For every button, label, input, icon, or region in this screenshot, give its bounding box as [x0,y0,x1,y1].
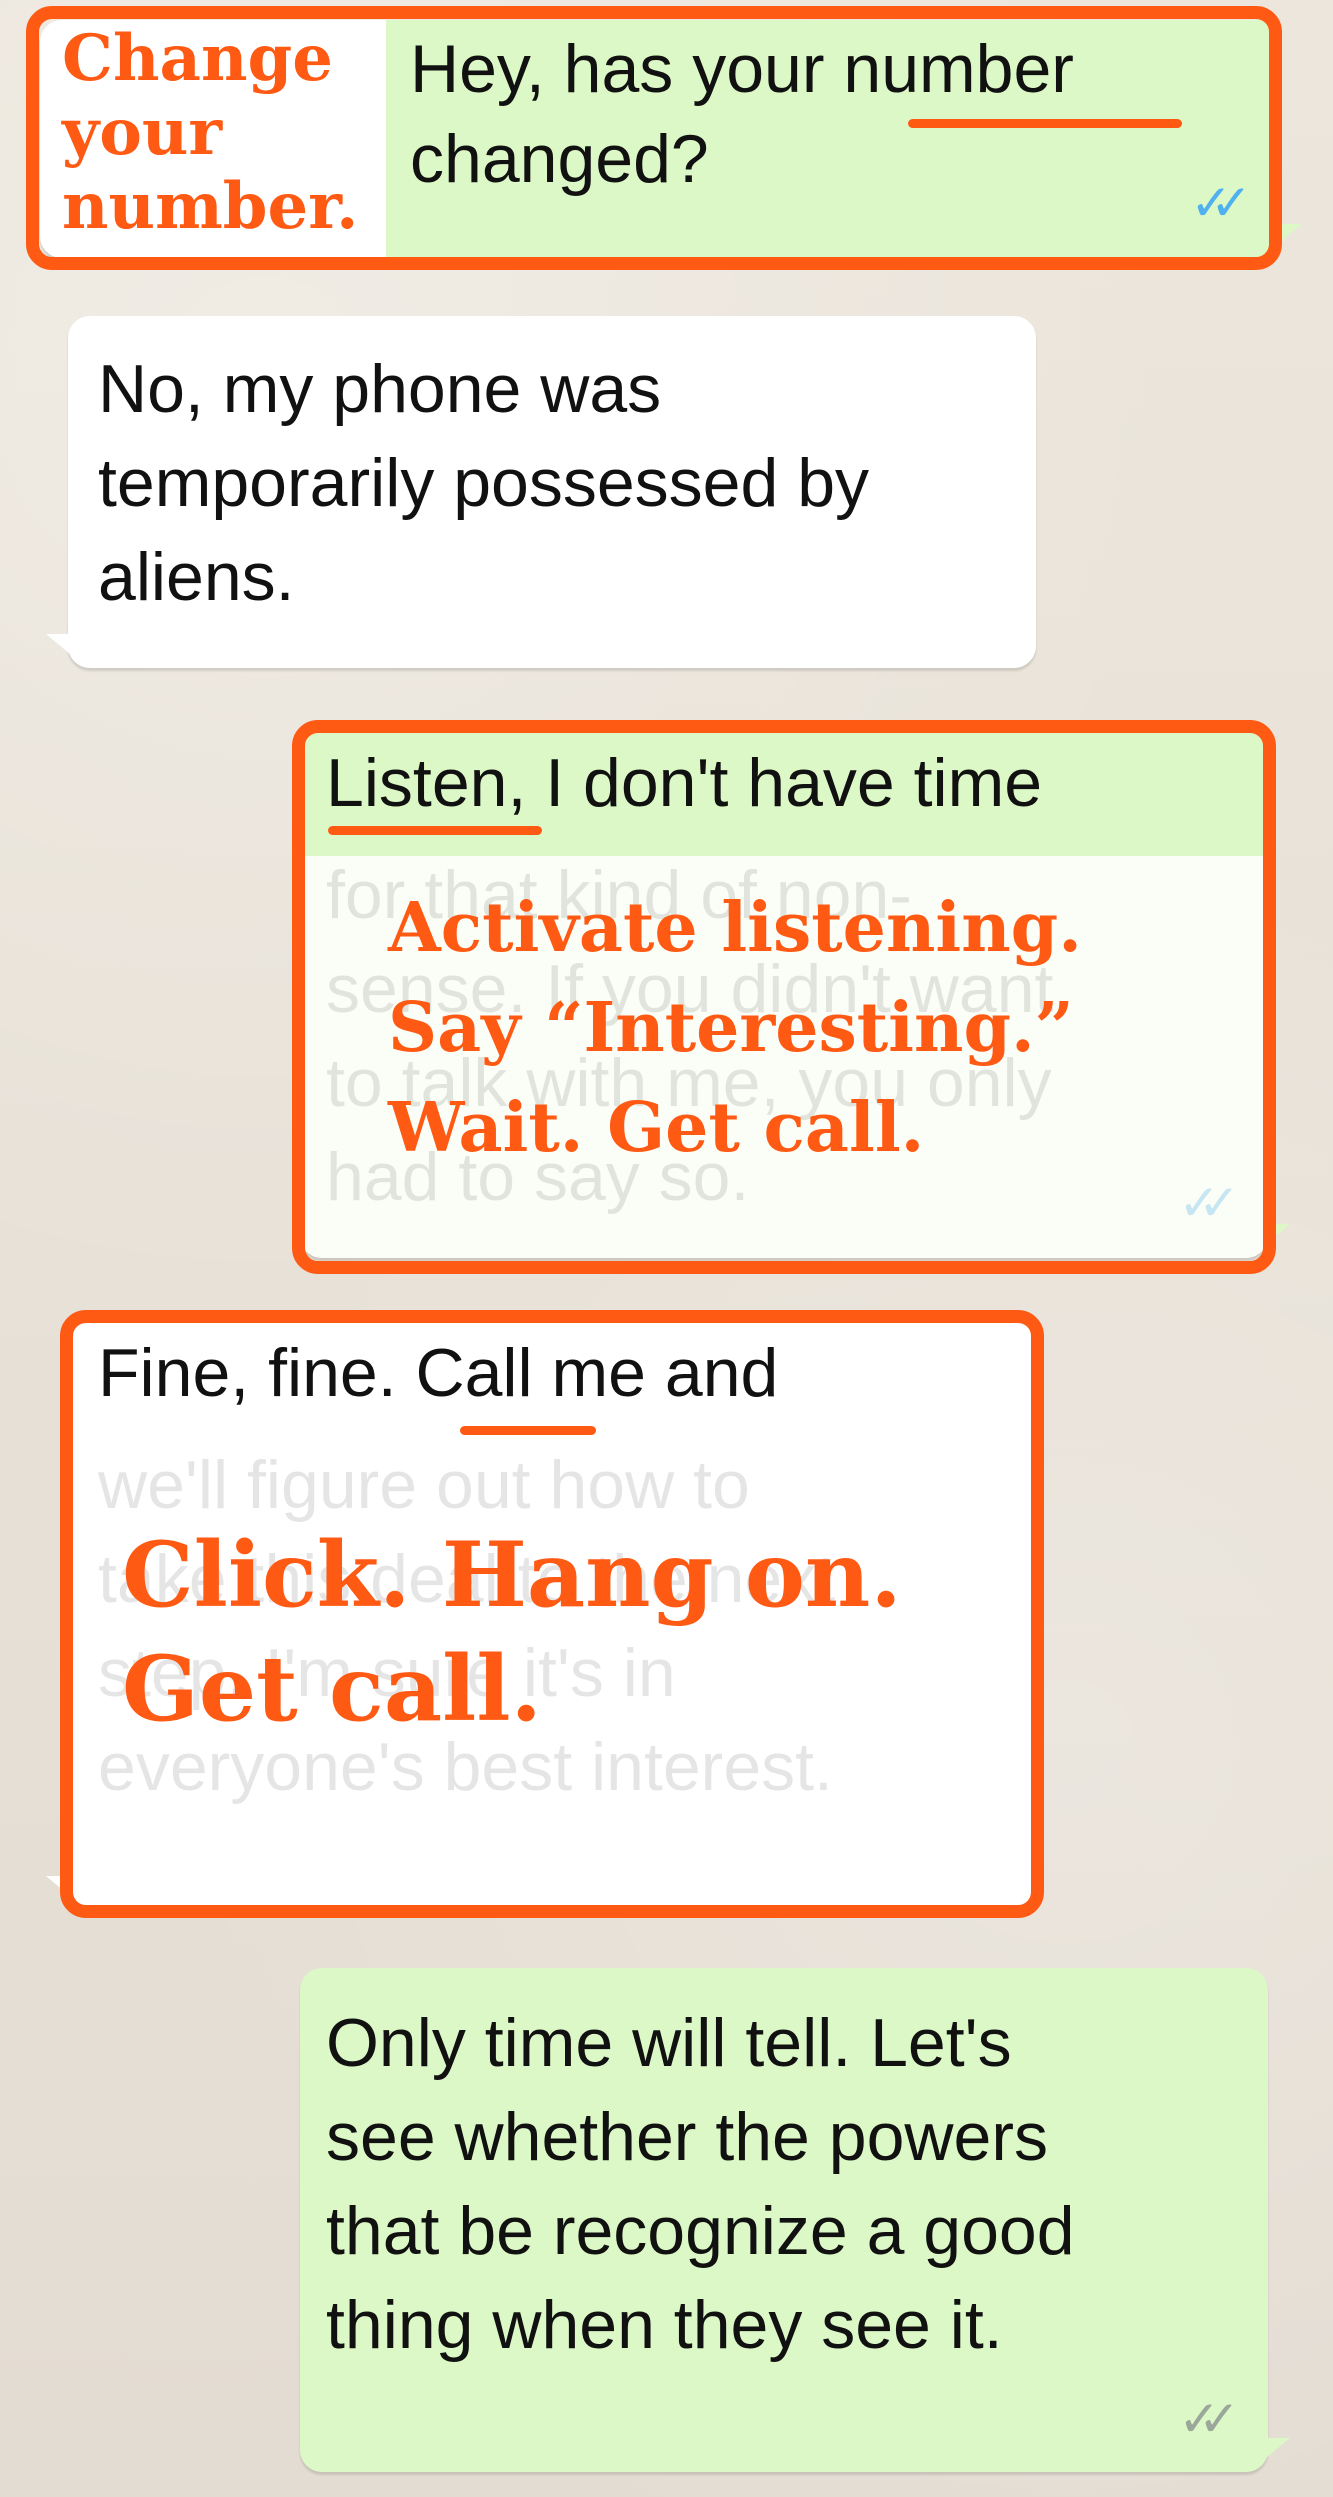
message-line: that be recognize a good [326,2193,1075,2269]
message-line: see whether the powers [326,2099,1048,2175]
message-line: No, my phone was [98,351,662,427]
bubble-tail [46,634,70,654]
message-text: Only time will tell. Let's see whether t… [326,1996,1075,2372]
highlight-box-call [60,1310,1044,1918]
highlight-box-number [26,6,1282,270]
message-line: thing when they see it. [326,2287,1003,2363]
message-bubble-outgoing-5[interactable]: Only time will tell. Let's see whether t… [300,1968,1290,2472]
message-line: aliens. [98,539,295,615]
message-line: Only time will tell. Let's [326,2005,1012,2081]
message-bubble-incoming-2[interactable]: No, my phone was temporarily possessed b… [46,316,1036,668]
message-text: No, my phone was temporarily possessed b… [98,342,869,624]
bubble-tail [1266,2438,1290,2458]
highlight-box-listen [292,720,1276,1274]
sent-ticks-icon: ✓✓ [1178,2390,1240,2448]
message-line: temporarily possessed by [98,445,870,521]
